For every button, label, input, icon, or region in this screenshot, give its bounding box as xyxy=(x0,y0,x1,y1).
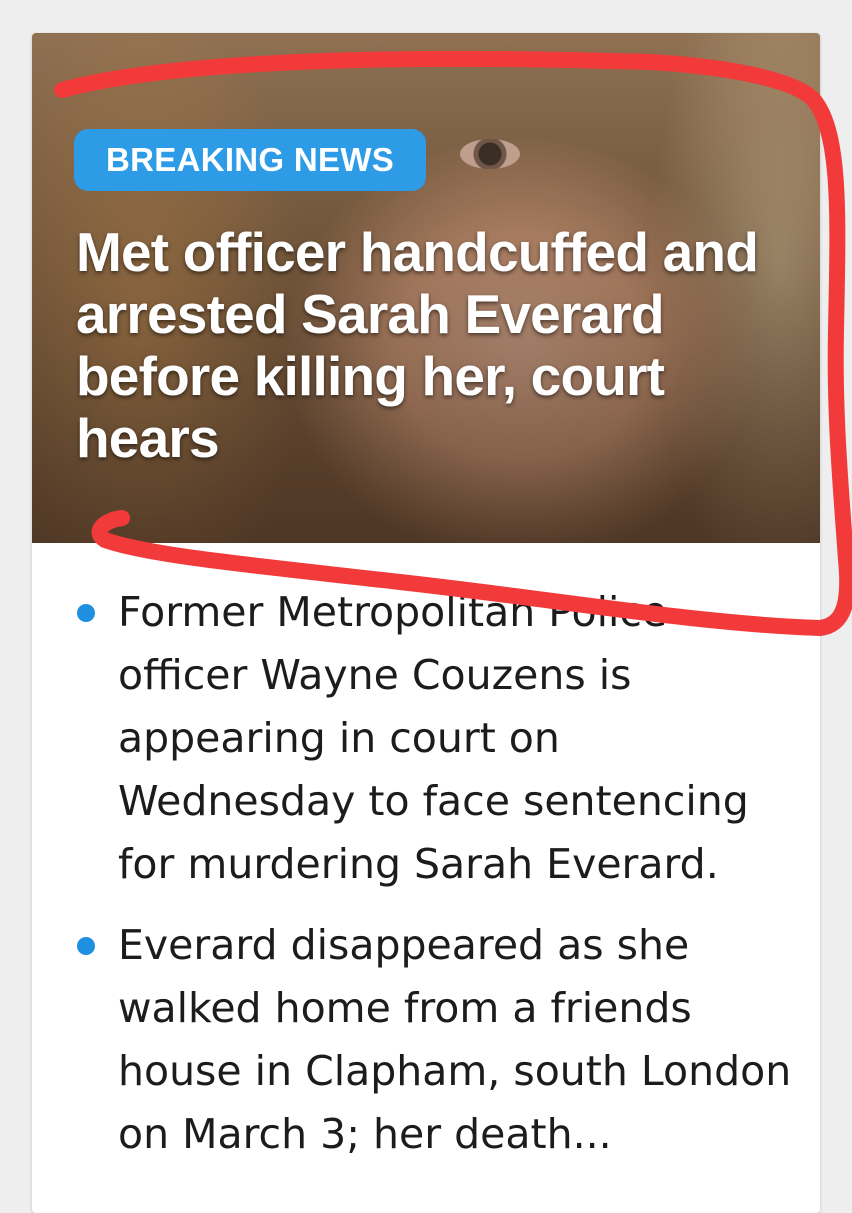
breaking-news-badge: BREAKING NEWS xyxy=(74,129,427,191)
summary-item-text: Everard disappeared as she walked home f… xyxy=(118,921,792,1158)
hero-photo[interactable]: BREAKING NEWS Met officer handcuffed and… xyxy=(32,33,820,543)
bullet-icon xyxy=(77,604,95,622)
article-headline[interactable]: Met officer handcuffed and arrested Sara… xyxy=(76,221,796,469)
summary-item-text: Former Metropolitan Police officer Wayne… xyxy=(118,588,749,888)
photo-eye-detail xyxy=(460,139,520,169)
summary-list: Former Metropolitan Police officer Wayne… xyxy=(72,581,792,1184)
bullet-icon xyxy=(77,937,95,955)
summary-item: Everard disappeared as she walked home f… xyxy=(72,914,792,1166)
summary-item: Former Metropolitan Police officer Wayne… xyxy=(72,581,792,896)
news-card[interactable]: BREAKING NEWS Met officer handcuffed and… xyxy=(32,33,820,1213)
